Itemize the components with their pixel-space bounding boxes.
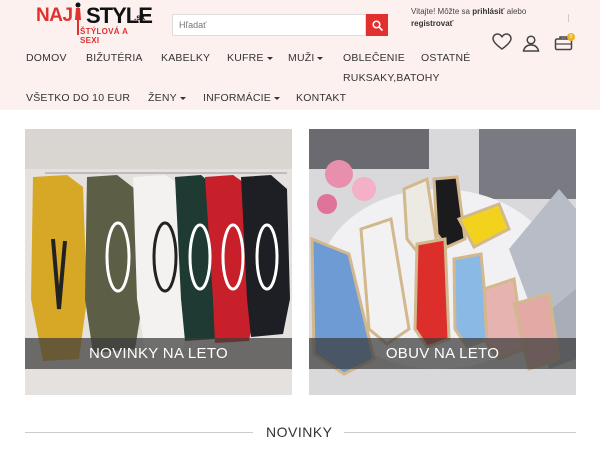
header-divider <box>568 14 569 22</box>
site-logo[interactable]: NAJ STYLE .sk ŠTÝLOVÁ A SEXI <box>36 2 153 45</box>
nav-label: KONTAKT <box>296 92 347 104</box>
nav-item-oblecenie[interactable]: OBLEČENIE <box>343 52 405 64</box>
nav-item-bizuteria[interactable]: BIŽUTÉRIA <box>86 52 143 64</box>
section-divider-left <box>25 432 253 433</box>
banner-obuv-na-leto[interactable]: OBUV NA LETO <box>309 129 576 395</box>
logo-tld: .sk <box>134 13 146 22</box>
cart-count-badge: 0 <box>567 33 575 41</box>
chevron-down-icon <box>179 96 186 100</box>
nav-label: INFORMÁCIE <box>203 92 271 104</box>
nav-label: DOMOV <box>26 52 67 64</box>
nav-label: BIŽUTÉRIA <box>86 52 143 64</box>
nav-item-zeny[interactable]: ŽENY <box>148 92 186 104</box>
nav-label: OSTATNÉ <box>421 52 471 64</box>
nav-label: ŽENY <box>148 92 177 104</box>
search-bar <box>172 14 388 36</box>
nav-label: VŠETKO DO 10 EUR <box>26 92 131 104</box>
nav-label: OBLEČENIE <box>343 52 405 64</box>
login-prompt: Vitajte! Môžte sa prihlásiť alebo regist… <box>411 6 561 30</box>
search-icon <box>371 19 383 31</box>
chevron-down-icon <box>266 56 273 60</box>
section-title: NOVINKY <box>266 424 333 440</box>
nav-item-informacie[interactable]: INFORMÁCIE <box>203 92 280 104</box>
banner-caption: OBUV NA LETO <box>309 338 576 369</box>
nav-label: RUKSAKY,BATOHY <box>343 72 440 84</box>
chevron-down-icon <box>317 56 324 60</box>
site-header: NAJ STYLE .sk ŠTÝLOVÁ A SEXI Vitajte! Mô… <box>0 0 600 110</box>
register-link[interactable]: registrovať <box>411 19 454 28</box>
banner-caption: NOVINKY NA LETO <box>25 338 292 369</box>
nav-label: MUŽI <box>288 52 315 64</box>
nav-item-ruksaky[interactable]: RUKSAKY,BATOHY <box>343 72 440 84</box>
nav-item-kufre[interactable]: KUFRE <box>227 52 273 64</box>
nav-item-kabelky[interactable]: KABELKY <box>161 52 210 64</box>
nav-label: KUFRE <box>227 52 264 64</box>
nav-item-domov[interactable]: DOMOV <box>26 52 67 64</box>
chevron-down-icon <box>273 96 280 100</box>
user-icon[interactable] <box>522 35 540 52</box>
search-button[interactable] <box>366 14 388 36</box>
login-middle: alebo <box>504 7 527 16</box>
search-input[interactable] <box>172 14 366 36</box>
login-link[interactable]: prihlásiť <box>472 7 504 16</box>
nav-item-muzi[interactable]: MUŽI <box>288 52 324 64</box>
heart-icon[interactable] <box>492 33 512 51</box>
nav-label: KABELKY <box>161 52 211 64</box>
logo-text-naj: NAJ <box>36 5 73 26</box>
section-divider-right <box>344 432 576 433</box>
logo-tagline: ŠTÝLOVÁ A SEXI <box>80 27 128 45</box>
banner-novinky-na-leto[interactable]: NOVINKY NA LETO <box>25 129 292 395</box>
nav-item-ostatne[interactable]: OSTATNÉ <box>421 52 470 64</box>
login-prefix: Vitajte! Môžte sa <box>411 7 473 16</box>
nav-item-vsetko-do-10-eur[interactable]: VŠETKO DO 10 EUR <box>26 92 130 104</box>
nav-item-kontakt[interactable]: KONTAKT <box>296 92 346 104</box>
